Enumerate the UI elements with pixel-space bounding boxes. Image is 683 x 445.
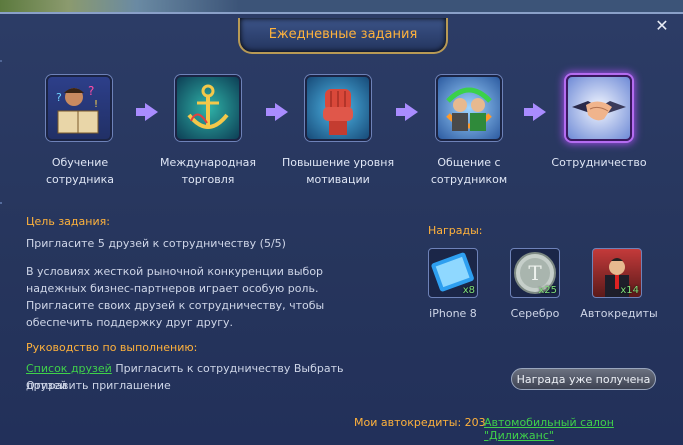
handshake-icon[interactable] bbox=[566, 75, 632, 141]
communication-icon[interactable] bbox=[436, 75, 502, 141]
step-label: Сотрудничество bbox=[551, 156, 647, 169]
steps-panel bbox=[0, 60, 2, 62]
reward-count: x25 bbox=[538, 285, 557, 296]
arrow-icon bbox=[396, 103, 418, 121]
window-title-tab: Ежедневные задания bbox=[238, 18, 448, 54]
arrow-icon bbox=[136, 103, 158, 121]
salon-link[interactable]: Автомобильный салон "Дилижанс" bbox=[484, 416, 683, 442]
goal-text: Пригласите 5 друзей к сотрудничеству (5/… bbox=[26, 237, 286, 250]
goal-heading: Цель задания: bbox=[26, 215, 110, 228]
guide-invite-text: Пригласить к сотрудничеству bbox=[115, 362, 291, 375]
anchor-icon[interactable] bbox=[175, 75, 241, 141]
close-icon[interactable]: ✕ bbox=[652, 16, 672, 36]
reward-panel bbox=[0, 202, 2, 204]
training-icon[interactable]: ? ? ! bbox=[46, 75, 112, 141]
step-label: Обучение сотрудника bbox=[45, 156, 114, 186]
rewards-heading: Награды: bbox=[428, 224, 483, 237]
silver-coin-icon[interactable]: T x25 bbox=[510, 248, 560, 298]
step-label: Международная торговля bbox=[159, 156, 257, 186]
svg-text:?: ? bbox=[88, 84, 94, 98]
daily-tasks-window: Ежедневные задания ✕ ? ? ! Обучение сотр… bbox=[0, 12, 683, 445]
step-label: Повышение уровня мотивации bbox=[281, 156, 395, 186]
reward-count: x8 bbox=[462, 285, 475, 296]
friends-list-link[interactable]: Список друзей bbox=[26, 362, 112, 375]
arrow-icon bbox=[266, 103, 288, 121]
credits-label: Мои автокредиты: 203 bbox=[354, 416, 486, 429]
reward-label: Серебро bbox=[510, 307, 560, 320]
arrow-icon bbox=[524, 103, 546, 121]
svg-text:!: ! bbox=[94, 99, 98, 110]
guide-send-text: Отправить приглашение bbox=[26, 379, 171, 392]
reward-label: iPhone 8 bbox=[429, 307, 477, 320]
reward-label: Автокредиты bbox=[580, 307, 658, 320]
autocredit-icon[interactable]: x14 bbox=[592, 248, 642, 298]
reward-count: x14 bbox=[620, 285, 639, 296]
task-description: В условиях жесткой рыночной конкуренции … bbox=[26, 265, 325, 329]
step-label: Общение с сотрудником bbox=[430, 156, 508, 186]
phone-icon[interactable]: x8 bbox=[428, 248, 478, 298]
svg-text:T: T bbox=[528, 261, 542, 285]
window-title: Ежедневные задания bbox=[268, 27, 418, 42]
reward-received-button[interactable]: Награда уже получена bbox=[511, 368, 656, 390]
guide-heading: Руководство по выполнению: bbox=[26, 341, 198, 354]
fist-icon[interactable] bbox=[305, 75, 371, 141]
svg-text:?: ? bbox=[56, 91, 62, 104]
